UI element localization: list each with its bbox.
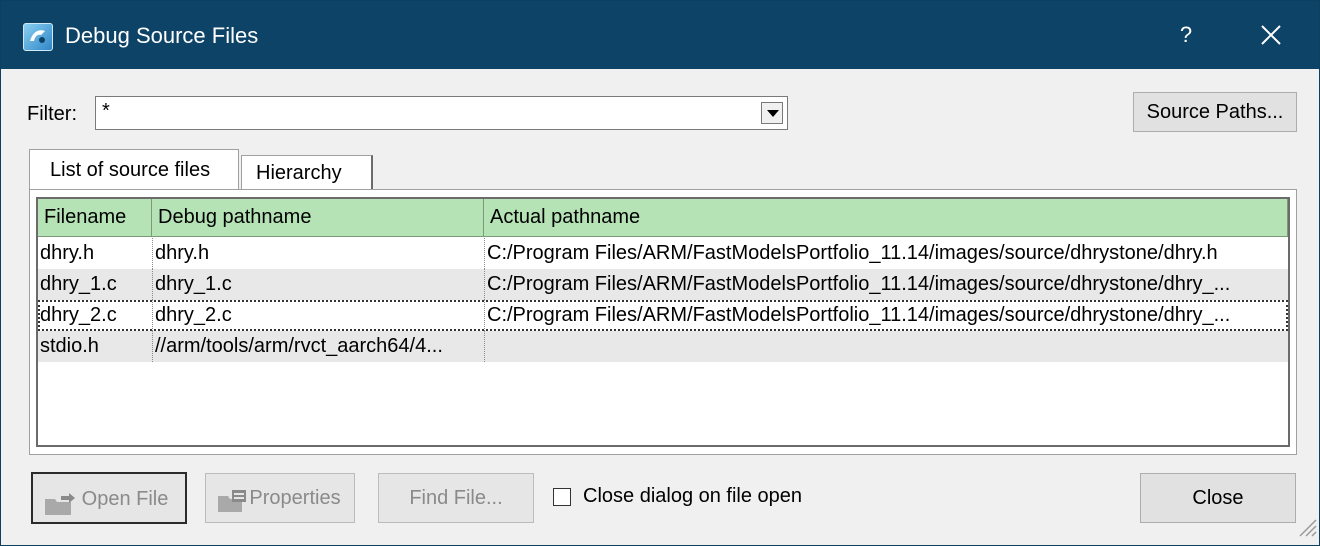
debug-pathname-cell: dhry.h: [152, 238, 484, 269]
debug-source-files-dialog: Debug Source Files ? Filter: * Source Pa…: [0, 0, 1320, 546]
column-header-debug-pathname[interactable]: Debug pathname: [152, 199, 484, 237]
table-row[interactable]: stdio.h //arm/tools/arm/rvct_aarch64/4..…: [38, 331, 1288, 362]
close-button[interactable]: Close: [1140, 473, 1296, 523]
source-files-table[interactable]: Filename Debug pathname Actual pathname …: [36, 197, 1290, 447]
tab-hierarchy[interactable]: Hierarchy: [241, 155, 373, 189]
table-row[interactable]: dhry_1.c dhry_1.c C:/Program Files/ARM/F…: [38, 269, 1288, 300]
tab-list-of-source-files[interactable]: List of source files: [29, 149, 239, 190]
title-bar[interactable]: Debug Source Files ?: [1, 1, 1319, 69]
filter-combo[interactable]: *: [95, 96, 788, 130]
table-row-selected[interactable]: dhry_2.c dhry_2.c C:/Program Files/ARM/F…: [38, 300, 1288, 331]
close-icon[interactable]: [1253, 17, 1289, 53]
find-file-button[interactable]: Find File...: [378, 473, 534, 523]
properties-icon: [216, 484, 250, 532]
filter-label: Filter:: [27, 103, 77, 125]
column-header-filename[interactable]: Filename: [38, 199, 152, 237]
actual-pathname-cell: C:/Program Files/ARM/FastModelsPortfolio…: [484, 300, 1288, 331]
properties-label: Properties: [249, 487, 341, 509]
debug-pathname-cell: dhry_2.c: [152, 300, 484, 331]
filename-cell: dhry_2.c: [40, 304, 117, 326]
open-file-label: Open File: [81, 488, 169, 510]
filename-cell: dhry_1.c: [40, 273, 117, 295]
close-on-open-label[interactable]: Close dialog on file open: [583, 485, 802, 508]
table-row[interactable]: dhry.h dhry.h C:/Program Files/ARM/FastM…: [38, 238, 1288, 269]
source-paths-button[interactable]: Source Paths...: [1133, 92, 1297, 132]
close-on-open-checkbox[interactable]: [553, 488, 571, 506]
debug-pathname-cell: dhry_1.c: [152, 269, 484, 300]
dialog-app-icon: [23, 23, 53, 51]
filename-cell: dhry.h: [40, 242, 95, 264]
filter-value[interactable]: *: [102, 100, 110, 123]
open-file-button[interactable]: Open File: [31, 472, 187, 524]
help-button[interactable]: ?: [1171, 17, 1201, 53]
open-folder-icon: [43, 486, 77, 536]
actual-pathname-cell: [484, 331, 1288, 362]
properties-button[interactable]: Properties: [205, 473, 355, 523]
debug-pathname-cell: //arm/tools/arm/rvct_aarch64/4...: [152, 331, 484, 362]
actual-pathname-cell: C:/Program Files/ARM/FastModelsPortfolio…: [484, 269, 1288, 300]
column-header-actual-pathname[interactable]: Actual pathname: [484, 199, 1288, 237]
resize-grip-icon[interactable]: [1295, 515, 1317, 543]
chevron-down-icon[interactable]: [761, 102, 783, 124]
dialog-title: Debug Source Files: [65, 23, 259, 48]
filename-cell: stdio.h: [40, 335, 99, 357]
actual-pathname-cell: C:/Program Files/ARM/FastModelsPortfolio…: [484, 238, 1288, 269]
